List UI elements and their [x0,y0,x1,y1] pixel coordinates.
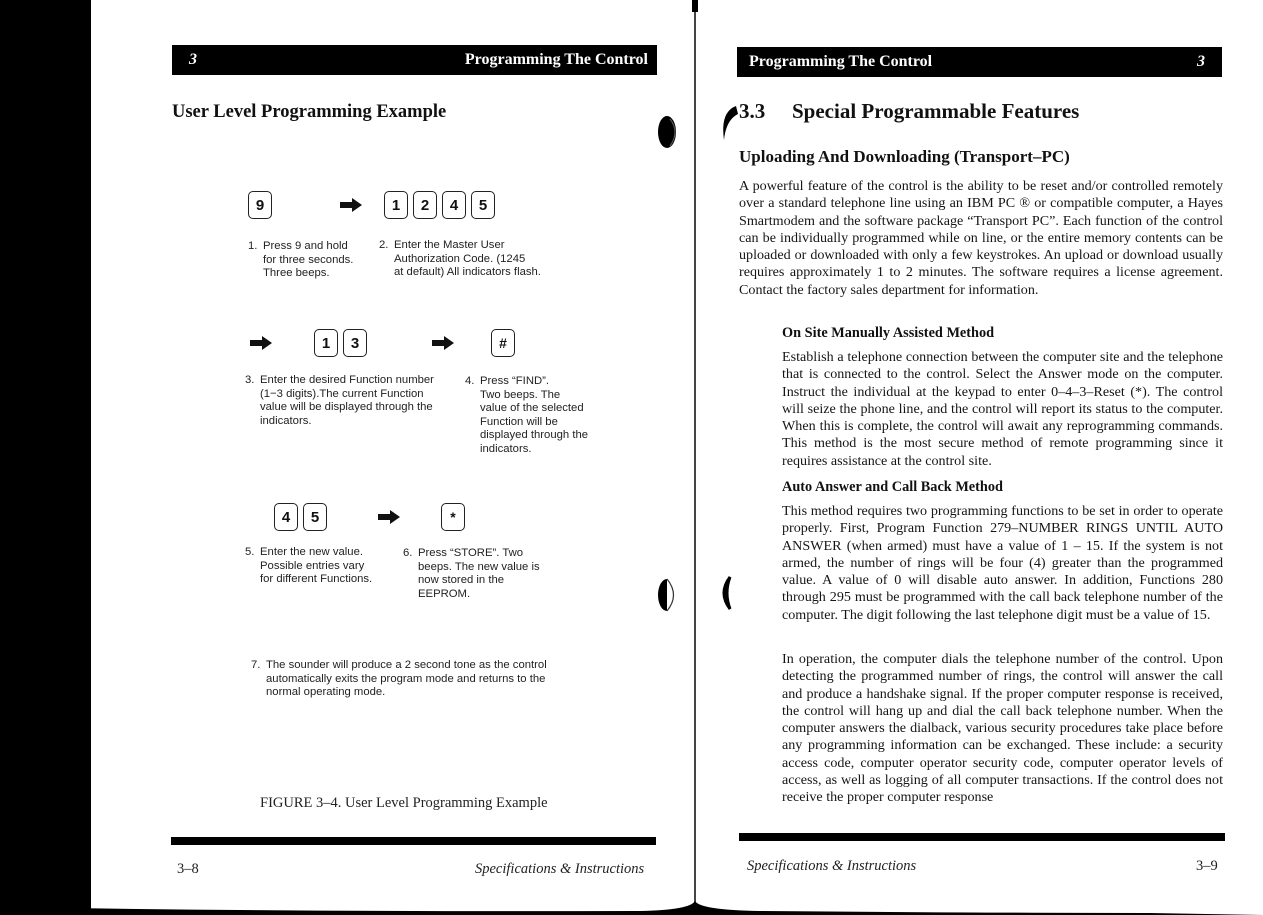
book-spine-top [692,0,698,12]
figure-row-3-value: 4 5 [274,503,332,531]
method-title-autoanswer: Auto Answer and Call Back Method [782,479,1003,495]
punch-hole-icon [718,575,734,611]
subsection-title: Uploading And Downloading (Transport–PC) [739,147,1070,166]
figure-caption: FIGURE 3–4. User Level Programming Examp… [260,795,548,811]
arrow-icon [250,336,272,350]
step-6: 6. Press “STORE”. Two beeps. The new val… [403,547,540,600]
key-5: 5 [303,503,327,531]
footer-doc-title: Specifications & Instructions [747,858,917,874]
scan-border-left [0,0,91,915]
left-page-header: 3 Programming The Control [172,45,657,75]
key-1: 1 [384,191,408,219]
figure-row-1-code: 1 2 4 5 [384,191,500,219]
key-1: 1 [314,329,338,357]
arrow-icon [378,510,400,524]
key-9: 9 [248,191,272,219]
footer-rule [171,837,656,845]
key-star: * [441,503,465,531]
key-hash: # [491,329,515,357]
onsite-paragraph: Establish a telephone connection between… [782,349,1223,469]
intro-paragraph: A powerful feature of the control is the… [739,178,1223,298]
arrow-icon [340,198,362,212]
key-2: 2 [413,191,437,219]
punch-hole-icon [656,576,682,614]
page-number: 3–8 [177,861,199,877]
step-3: 3. Enter the desired Function number (1−… [245,374,434,427]
section-number: 3.3 [739,99,766,123]
page-title: User Level Programming Example [172,102,447,122]
figure-row-3-store: * [441,503,470,531]
step-5: 5. Enter the new value. Possible entries… [245,546,373,586]
book-spine [694,0,696,915]
figure-row-2-function: 1 3 [314,329,372,357]
page-number: 3–9 [1196,858,1218,874]
section-title: Special Programmable Features [792,99,1080,123]
autoanswer-paragraph: This method requires two programming fun… [782,503,1223,623]
step-7: 7. The sounder will produce a 2 second t… [251,659,547,699]
header-title: Programming The Control [749,53,933,70]
key-5: 5 [471,191,495,219]
header-title: Programming The Control [464,51,648,68]
footer-rule [739,833,1225,841]
key-3: 3 [343,329,367,357]
key-4: 4 [274,503,298,531]
step-2: 2. Enter the Master User Authorization C… [379,239,541,279]
chapter-number: 3 [189,51,197,68]
punch-hole-icon [716,102,740,142]
scan-border-bottom [0,901,1263,915]
method-title-onsite: On Site Manually Assisted Method [782,325,995,341]
punch-hole-icon [656,113,682,151]
chapter-number: 3 [1197,53,1205,70]
arrow-icon [432,336,454,350]
right-page-header: Programming The Control 3 [737,47,1222,77]
step-1: 1. Press 9 and hold for three seconds. T… [248,240,354,280]
footer-doc-title: Specifications & Instructions [475,861,645,877]
figure-row-1: 9 [248,191,277,219]
figure-row-2-find: # [491,329,520,357]
step-4: 4. Press “FIND”. Two beeps. The value of… [465,375,589,455]
operation-paragraph: In operation, the computer dials the tel… [782,651,1223,806]
key-4: 4 [442,191,466,219]
